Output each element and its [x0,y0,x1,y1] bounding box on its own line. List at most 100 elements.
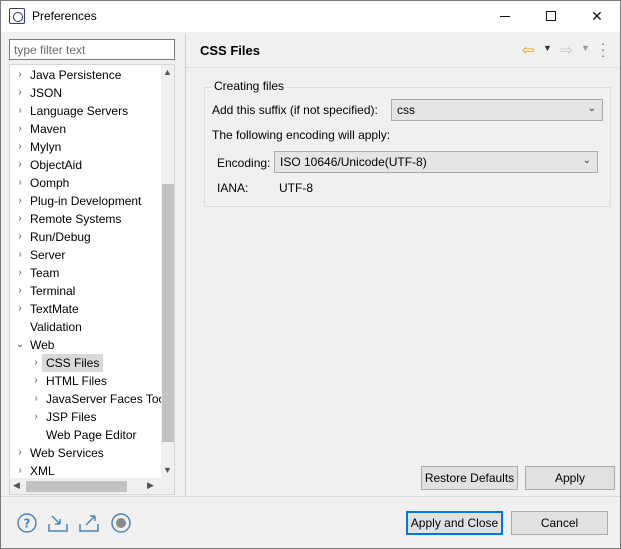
tree-item[interactable]: › Team [10,264,161,282]
tree-item-label: JavaServer Faces Too [46,392,166,406]
back-dropdown-icon[interactable]: ▼ [543,43,552,53]
chevron-right-icon[interactable]: › [14,444,26,462]
forward-arrow-icon[interactable]: ⇨ [560,41,573,59]
export-icon[interactable] [78,512,100,534]
chevron-right-icon[interactable]: › [14,66,26,84]
tree-item[interactable]: › TextMate [10,300,161,318]
tree-item[interactable]: ⌄ Web [10,336,161,354]
preference-tree: › Java Persistence › JSON › Language Servers ›… [9,64,175,495]
chevron-right-icon[interactable]: › [14,120,26,138]
encoding-label: Encoding: [217,156,271,170]
tree-item[interactable]: › Oomph [10,174,161,192]
scroll-right-arrow-icon[interactable]: ▶ [147,480,154,491]
tree-item-label: Team [30,266,60,280]
tree-item[interactable]: Validation [10,318,161,336]
tree-item[interactable]: › JSON [10,84,161,102]
tree-item-label: CSS Files [42,354,104,372]
tree-item-label: Validation [30,320,82,334]
tree-item[interactable]: › Mylyn [10,138,161,156]
tree-item[interactable]: Web Page Editor [10,426,161,444]
title-bar: Preferences ✕ [1,1,620,32]
chevron-right-icon[interactable]: › [30,390,42,408]
horizontal-scroll-thumb[interactable] [26,481,127,492]
encoding-combo[interactable]: ISO 10646/Unicode(UTF-8) ⌄ [274,151,598,173]
vertical-scroll-thumb[interactable] [162,184,174,442]
chevron-right-icon[interactable]: › [14,246,26,264]
chevron-right-icon[interactable]: › [30,354,42,372]
tree-item-label: Server [30,248,66,262]
tree-item-label: TextMate [30,302,79,316]
chevron-right-icon[interactable]: › [14,84,26,102]
tree-item-label: ObjectAid [30,158,83,172]
close-button[interactable]: ✕ [574,1,620,32]
forward-dropdown-icon[interactable]: ▼ [581,43,590,53]
maximize-button[interactable] [528,1,574,32]
chevron-right-icon[interactable]: › [30,372,42,390]
record-icon[interactable] [110,512,132,534]
svg-text:?: ? [24,517,31,531]
preferences-window: Preferences ✕ › Java Persistence › JSON › Lan… [0,0,621,549]
apply-button[interactable]: Apply [525,466,615,490]
suffix-combo[interactable]: css ⌄ [391,99,603,121]
import-icon[interactable] [47,512,69,534]
cancel-button[interactable]: Cancel [511,511,608,535]
chevron-down-icon: ⌄ [582,155,591,166]
view-menu-icon[interactable]: · · · [600,37,606,62]
tree-item[interactable]: › Maven [10,120,161,138]
tree-item[interactable]: › JavaServer Faces Too [10,390,165,408]
chevron-right-icon[interactable]: › [14,264,26,282]
tree-item-label: Terminal [30,284,76,298]
tree-item[interactable]: › CSS Files [10,354,161,372]
suffix-label: Add this suffix (if not specified): [212,103,378,117]
tree-item-label: Mylyn [30,140,62,154]
tree-vertical-scrollbar[interactable]: ▲ ▼ [161,65,174,478]
tree-item-label: Run/Debug [30,230,91,244]
tree-item[interactable]: › Java Persistence [10,66,161,84]
tree-item-label: JSON [30,86,63,100]
tree-item[interactable]: › Remote Systems [10,210,161,228]
tree-item-label: HTML Files [46,374,107,388]
tree-item-label: JSP Files [46,410,97,424]
tree-item[interactable]: › ObjectAid [10,156,161,174]
chevron-right-icon[interactable]: › [14,138,26,156]
help-icon[interactable]: ? [16,512,38,534]
chevron-right-icon[interactable]: › [30,408,42,426]
eclipse-app-icon [9,8,25,24]
tree-item[interactable]: › Run/Debug [10,228,161,246]
tree-item[interactable]: › Plug-in Development [10,192,161,210]
chevron-right-icon[interactable]: › [14,210,26,228]
apply-and-close-button[interactable]: Apply and Close [406,511,503,535]
chevron-right-icon[interactable]: › [14,192,26,210]
tree-item[interactable]: › HTML Files [10,372,161,390]
scroll-left-arrow-icon[interactable]: ◀ [13,480,20,491]
tree-item[interactable]: › JSP Files [10,408,161,426]
filter-input[interactable] [9,39,175,60]
restore-defaults-button[interactable]: Restore Defaults [421,466,518,490]
group-title: Creating files [212,79,287,93]
tree-item[interactable]: › Terminal [10,282,161,300]
suffix-value: css [397,103,415,117]
tree-item-label: Java Persistence [30,68,122,82]
minimize-button[interactable] [482,1,528,32]
iana-value: UTF-8 [279,181,313,195]
tree-horizontal-scrollbar[interactable]: ◀ ▶ [10,478,161,494]
page-title: CSS Files [200,43,260,58]
chevron-right-icon[interactable]: › [14,174,26,192]
scroll-up-arrow-icon[interactable]: ▲ [163,67,172,77]
tree-item[interactable]: › Web Services [10,444,161,462]
scroll-down-arrow-icon[interactable]: ▼ [163,465,172,475]
back-arrow-icon[interactable]: ⇦ [522,41,535,59]
iana-label: IANA: [217,181,249,195]
chevron-right-icon[interactable]: › [14,282,26,300]
tree-item-label: Plug-in Development [30,194,142,208]
chevron-right-icon[interactable]: › [14,300,26,318]
tree-item[interactable]: › Language Servers [10,102,161,120]
tree-item[interactable]: › Server [10,246,161,264]
bottom-separator [1,496,620,497]
page-header: CSS Files ⇦ ▼ ⇨ ▼ · · · [186,34,620,68]
chevron-right-icon[interactable]: › [14,228,26,246]
encoding-value: ISO 10646/Unicode(UTF-8) [280,155,427,169]
chevron-right-icon[interactable]: › [14,102,26,120]
chevron-down-icon[interactable]: ⌄ [14,336,26,354]
chevron-right-icon[interactable]: › [14,156,26,174]
